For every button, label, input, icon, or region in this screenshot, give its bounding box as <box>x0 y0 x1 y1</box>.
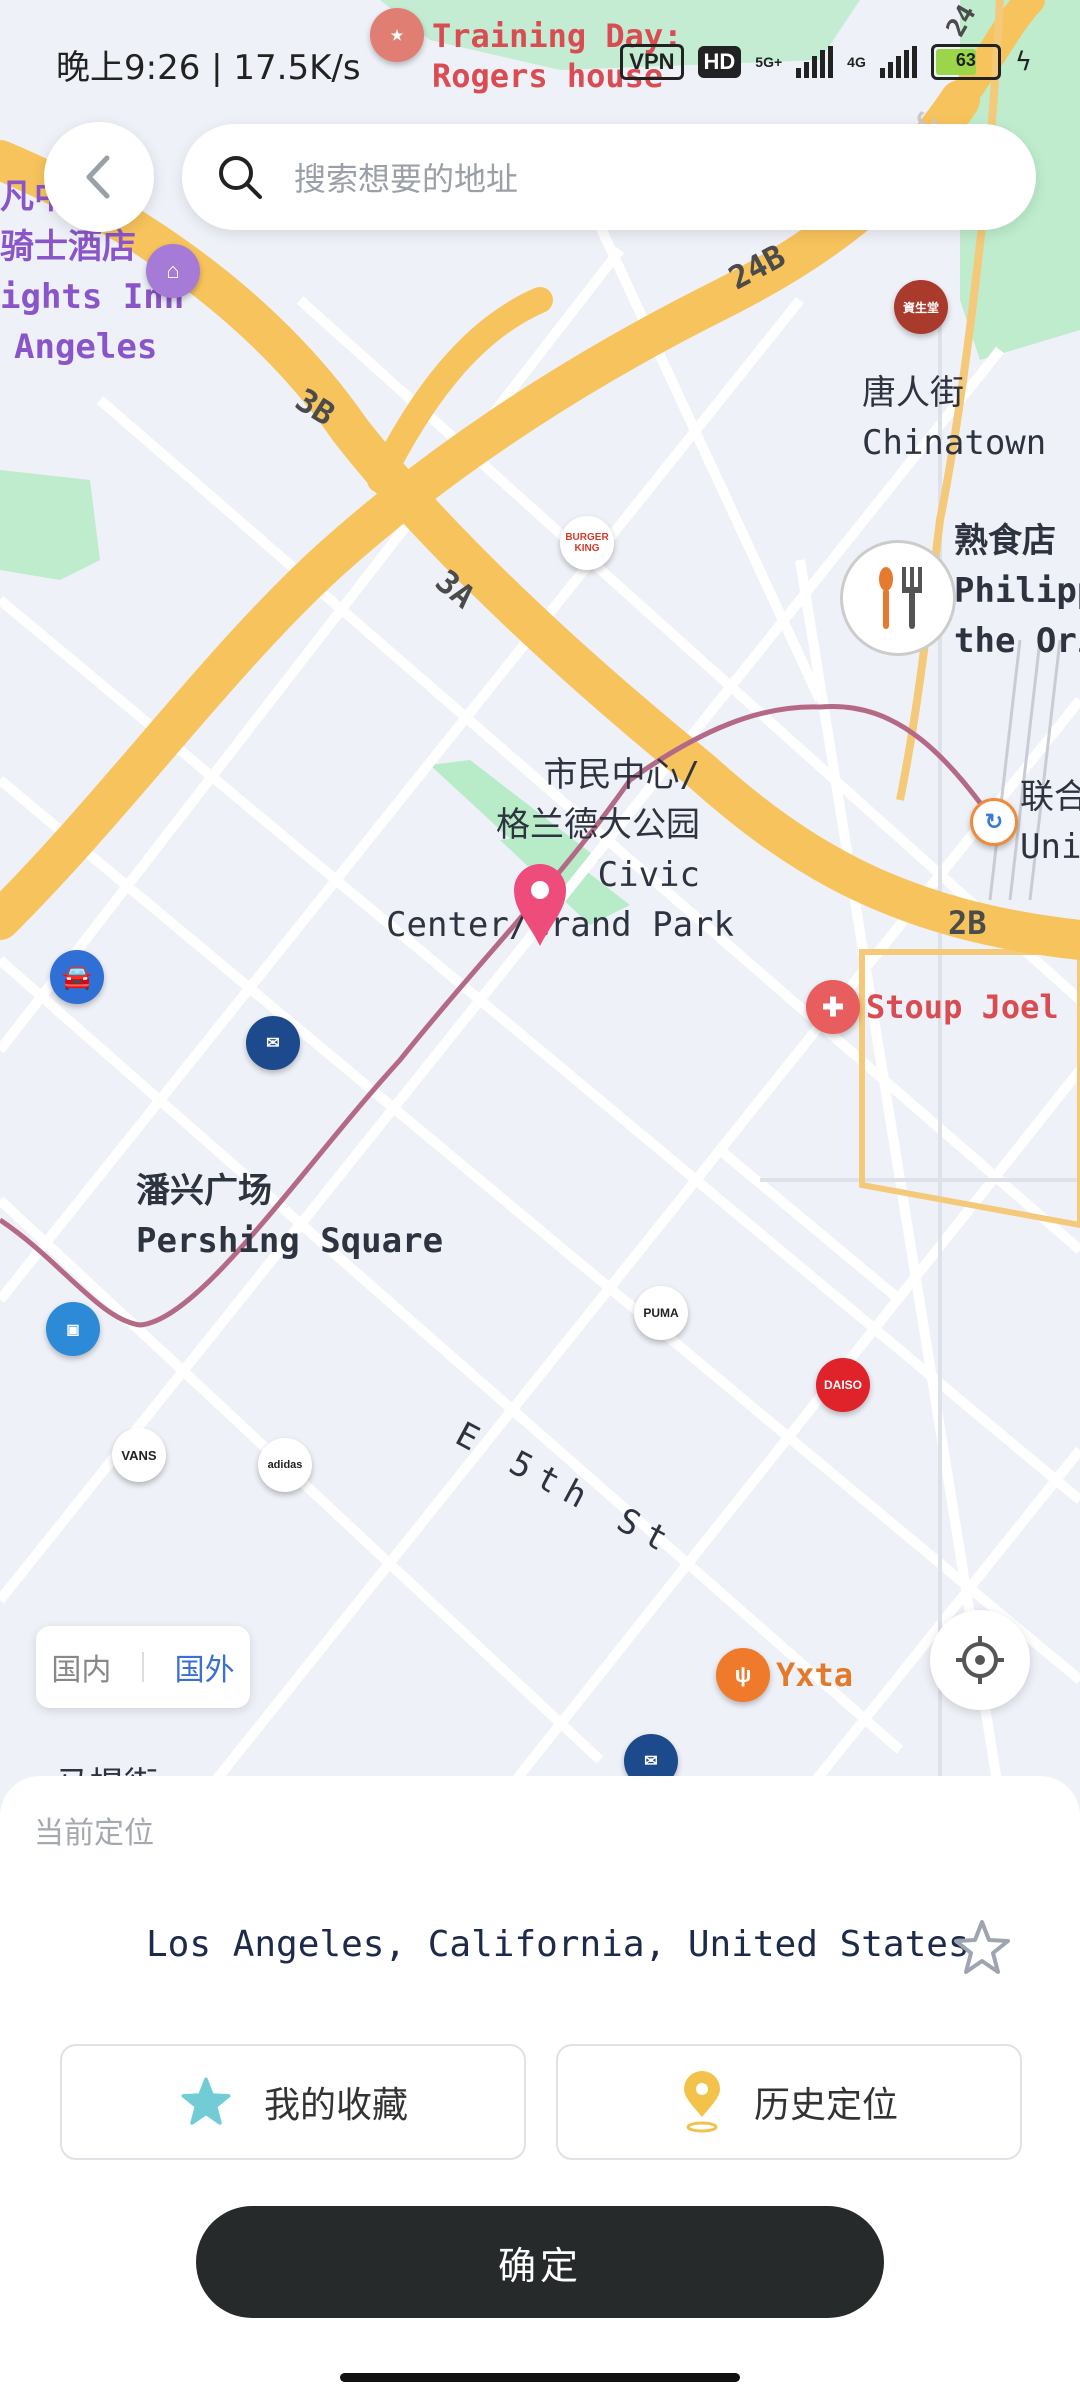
tab-overseas[interactable]: 国外 <box>175 1645 235 1689</box>
vans-icon[interactable]: VANS <box>112 1428 166 1482</box>
restaurant-poi-icon[interactable]: ψ <box>716 1648 770 1702</box>
status-time: 晚上9:26 | 17.5K/s <box>56 48 361 88</box>
shop-poi-icon[interactable]: 資生堂 <box>894 280 948 334</box>
signal-icon-2 <box>879 46 917 78</box>
star-icon <box>181 2077 231 2125</box>
post-office-icon[interactable]: ✉ <box>246 1016 300 1070</box>
location-pin-icon <box>514 864 566 946</box>
restaurant-icon[interactable] <box>840 540 956 656</box>
hd-badge: HD <box>697 46 742 78</box>
locate-crosshair-icon <box>956 1636 1004 1684</box>
location-pin-icon <box>683 2071 720 2133</box>
region-toggle[interactable]: 国内 国外 <box>36 1626 250 1708</box>
current-address: Los Angeles, California, United States <box>146 1924 970 1965</box>
star-outline-icon[interactable] <box>950 1916 1014 1980</box>
search-input[interactable]: 搜索想要的地址 <box>182 124 1036 230</box>
status-bar: 晚上9:26 | 17.5K/s VPN HD 5G+ 4G 63 ϟ <box>0 0 1080 120</box>
puma-icon[interactable]: PUMA <box>634 1286 688 1340</box>
pershing-square-label: 潘兴广场 Pershing Square <box>136 1171 444 1261</box>
search-icon <box>219 156 262 199</box>
signal-icon <box>796 46 834 78</box>
location-sheet: 当前定位 Los Angeles, California, United Sta… <box>0 1776 1080 2400</box>
philippe-label: 熟食店 Philipp the Ori <box>954 521 1080 661</box>
adidas-icon[interactable]: adidas <box>258 1438 312 1492</box>
stoup-joel-label: Stoup Joel <box>866 988 1059 1026</box>
locate-button[interactable] <box>930 1610 1030 1710</box>
dominos-icon[interactable]: ▣ <box>46 1302 100 1356</box>
burger-king-icon[interactable]: BURGER KING <box>560 516 614 570</box>
car-service-icon[interactable]: 🚘 <box>50 950 104 1004</box>
yxta-label: Yxta <box>776 1656 854 1694</box>
road-number-2b: 2B <box>948 904 987 942</box>
history-button[interactable]: 历史定位 <box>556 2044 1022 2160</box>
vpn-badge: VPN <box>620 44 684 80</box>
status-icons: VPN HD 5G+ 4G 63 ϟ <box>620 44 1032 80</box>
search-placeholder: 搜索想要的地址 <box>294 160 519 198</box>
back-chevron-icon <box>86 155 110 199</box>
home-indicator[interactable] <box>340 2373 740 2382</box>
union-station-label: 联合 Unic <box>1020 777 1080 867</box>
hospital-icon[interactable]: ✚ <box>806 980 860 1034</box>
daiso-icon[interactable]: DAISO <box>816 1358 870 1412</box>
map-view[interactable]: Training Day: Rogers house ★ 凡中 骑士酒店 ight… <box>0 0 1080 1800</box>
net-5g-label: 5G+ <box>755 54 783 70</box>
sheet-title: 当前定位 <box>34 1816 154 1851</box>
net-4g-label: 4G <box>847 54 866 70</box>
favorites-label: 我的收藏 <box>263 2085 408 2126</box>
chinatown-label: 唐人街 Chinatown <box>862 373 1047 463</box>
tab-domestic[interactable]: 国内 <box>51 1645 111 1689</box>
charging-icon: ϟ <box>1014 47 1032 77</box>
battery-icon: 63 <box>930 44 1001 80</box>
transit-station-icon[interactable]: ↻ <box>970 798 1018 846</box>
back-button[interactable] <box>44 122 154 232</box>
history-label: 历史定位 <box>753 2085 898 2126</box>
divider <box>141 1652 144 1682</box>
confirm-button[interactable]: 确定 <box>196 2206 884 2318</box>
favorites-button[interactable]: 我的收藏 <box>60 2044 526 2160</box>
hotel-icon[interactable]: ⌂ <box>146 244 200 298</box>
